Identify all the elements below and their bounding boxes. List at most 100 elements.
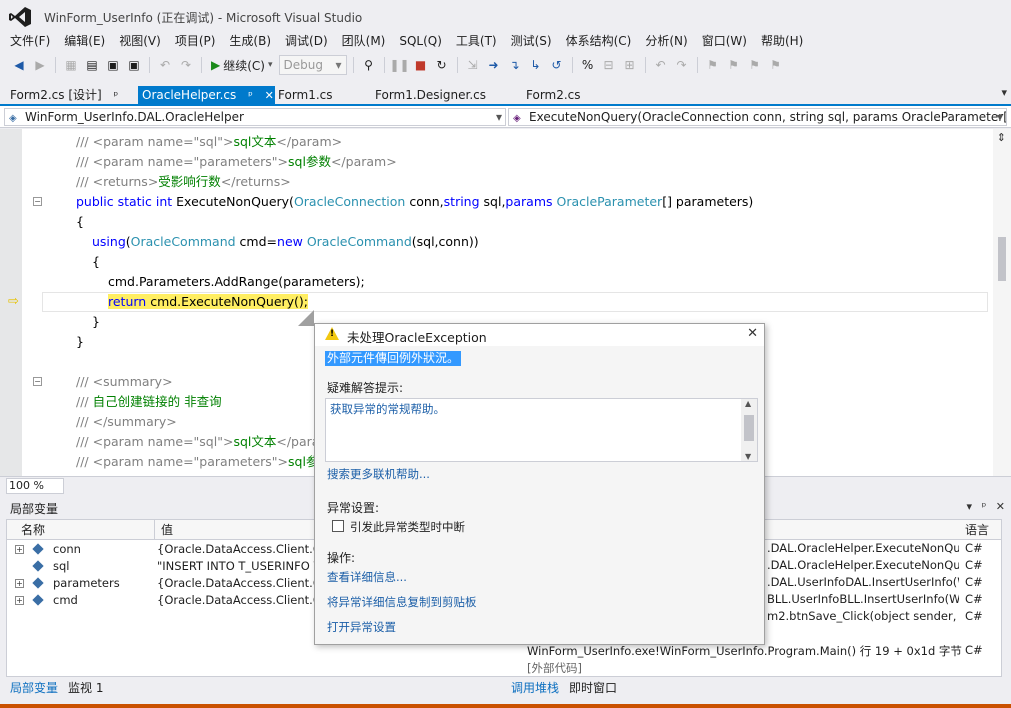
menu-architecture[interactable]: 体系结构(C): [562, 32, 642, 52]
step-into-icon[interactable]: ➜: [485, 56, 503, 74]
close-icon[interactable]: ✕: [996, 500, 1005, 513]
call-stack-external-code[interactable]: [外部代码]: [527, 660, 582, 676]
troubleshooting-tips-list[interactable]: 获取异常的常规帮助。 ▲ ▼: [325, 398, 758, 462]
close-icon[interactable]: ✕: [747, 326, 758, 341]
call-stack-frame[interactable]: .DAL.OracleHelper.ExecuteNonQuery: [767, 558, 959, 572]
tab-form2[interactable]: Form2.cs: [522, 86, 581, 104]
tab-form1[interactable]: Form1.cs: [274, 86, 333, 104]
menu-analyze[interactable]: 分析(N): [641, 32, 697, 52]
tab-watch1[interactable]: 监视 1: [68, 679, 103, 697]
search-online-help-link[interactable]: 搜索更多联机帮助...: [327, 466, 430, 482]
menu-edit[interactable]: 编辑(E): [60, 32, 115, 52]
align-left-icon[interactable]: ⊞: [621, 56, 639, 74]
scroll-up-icon[interactable]: ▲: [745, 399, 751, 408]
collapse-icon[interactable]: −: [33, 197, 42, 206]
break-on-exception-checkbox[interactable]: [332, 520, 344, 532]
code-line[interactable]: {: [42, 212, 753, 232]
stop-icon[interactable]: ■: [412, 56, 430, 74]
solution-configuration-select[interactable]: Debug: [278, 55, 347, 75]
break-on-exception-label[interactable]: 引发此异常类型时中断: [350, 519, 465, 535]
undo-icon[interactable]: ↶: [156, 56, 174, 74]
show-next-statement-icon[interactable]: ⇲: [464, 56, 482, 74]
exception-message[interactable]: 外部元件傳回例外狀況。: [325, 351, 462, 366]
tips-scrollbar[interactable]: ▲ ▼: [741, 399, 757, 461]
menu-view[interactable]: 视图(V): [115, 32, 171, 52]
call-stack-frame[interactable]: .DAL.OracleHelper.ExecuteNonQuery: [767, 541, 959, 555]
copy-details-link[interactable]: 将异常详细信息复制到剪贴板: [327, 594, 477, 610]
column-name[interactable]: 名称: [15, 520, 155, 540]
back-icon[interactable]: ◀: [10, 56, 28, 74]
tab-form1-designer[interactable]: Form1.Designer.cs: [371, 86, 486, 104]
pin-icon[interactable]: ᵖ: [982, 500, 987, 513]
call-stack-frame[interactable]: .DAL.UserInfoDAL.InsertUserInfo(Win: [767, 575, 959, 589]
open-exception-settings-link[interactable]: 打开异常设置: [327, 619, 396, 635]
collapse-icon[interactable]: −: [33, 377, 42, 386]
save-icon[interactable]: ▣: [104, 56, 122, 74]
menu-test[interactable]: 测试(S): [507, 32, 562, 52]
code-line[interactable]: return cmd.ExecuteNonQuery();: [42, 292, 753, 312]
menu-help[interactable]: 帮助(H): [757, 32, 813, 52]
menu-team[interactable]: 团队(M): [338, 32, 396, 52]
tip-link[interactable]: 获取异常的常规帮助。: [330, 401, 445, 417]
code-line[interactable]: cmd.Parameters.AddRange(parameters);: [42, 272, 753, 292]
save-all-icon[interactable]: ▣: [125, 56, 143, 74]
pin-icon[interactable]: ᵖ: [248, 89, 253, 102]
menu-debug[interactable]: 调试(D): [281, 32, 338, 52]
find-icon[interactable]: ⚲: [360, 56, 378, 74]
close-icon[interactable]: ✕: [265, 89, 274, 102]
expand-icon[interactable]: +: [15, 596, 24, 605]
expand-icon[interactable]: +: [15, 545, 24, 554]
zoom-level-select[interactable]: 100 %: [6, 478, 64, 494]
comment-icon[interactable]: ↶: [652, 56, 670, 74]
menu-window[interactable]: 窗口(W): [698, 32, 757, 52]
breakpoint-list-icon[interactable]: ⊟: [600, 56, 618, 74]
split-icon[interactable]: ⇕: [997, 131, 1006, 144]
step-out-icon[interactable]: ↳: [527, 56, 545, 74]
continue-button[interactable]: ▶ 继续(C) ▾: [208, 57, 276, 74]
forward-icon[interactable]: ▶: [31, 56, 49, 74]
type-dropdown[interactable]: ◈ WinForm_UserInfo.DAL.OracleHelper: [4, 108, 506, 126]
code-line[interactable]: /// <param name="parameters">sql参数</para…: [42, 152, 753, 172]
restart-icon[interactable]: ↻: [433, 56, 451, 74]
uncomment-icon[interactable]: ↷: [673, 56, 691, 74]
dropdown-icon[interactable]: ▾: [967, 500, 973, 513]
tab-form2-design[interactable]: Form2.cs [设计] ᵖ: [6, 86, 118, 104]
clear-bookmarks-icon[interactable]: ⚑: [767, 56, 785, 74]
call-stack-frame[interactable]: BLL.UserInfoBLL.InsertUserInfo(WinF: [767, 592, 959, 606]
scrollbar-thumb[interactable]: [744, 415, 754, 441]
pause-icon[interactable]: ❚❚: [389, 56, 409, 74]
call-stack-main-frame[interactable]: WinForm_UserInfo.exe!WinForm_UserInfo.Pr…: [527, 643, 962, 659]
bookmark-icon[interactable]: ⚑: [704, 56, 722, 74]
call-stack-frame[interactable]: m2.btnSave_Click(object sender, Syst: [767, 609, 959, 623]
code-line[interactable]: /// <param name="sql">sql文本</param>: [42, 132, 753, 152]
code-line[interactable]: public static int ExecuteNonQuery(Oracle…: [42, 192, 753, 212]
tab-call-stack[interactable]: 调用堆栈: [511, 679, 559, 697]
hex-display-icon[interactable]: %: [579, 56, 597, 74]
menu-tools[interactable]: 工具(T): [452, 32, 507, 52]
code-line[interactable]: /// <returns>受影响行数</returns>: [42, 172, 753, 192]
menu-file[interactable]: 文件(F): [6, 32, 60, 52]
expand-icon[interactable]: +: [15, 579, 24, 588]
redo-icon[interactable]: ↷: [177, 56, 195, 74]
editor-vertical-scrollbar[interactable]: ⇕: [993, 129, 1011, 476]
next-bookmark-icon[interactable]: ⚑: [746, 56, 764, 74]
tab-overflow-chevron-icon[interactable]: ▾: [1001, 86, 1007, 99]
scroll-down-icon[interactable]: ▼: [745, 452, 751, 461]
member-dropdown[interactable]: ◈ ExecuteNonQuery(OracleConnection conn,…: [508, 108, 1007, 126]
tab-immediate-window[interactable]: 即时窗口: [569, 679, 617, 697]
open-file-icon[interactable]: ▤: [83, 56, 101, 74]
prev-bookmark-icon[interactable]: ⚑: [725, 56, 743, 74]
pin-icon[interactable]: ᵖ: [114, 89, 119, 102]
scrollbar-thumb[interactable]: [998, 237, 1006, 281]
step-back-icon[interactable]: ↺: [548, 56, 566, 74]
menu-sql[interactable]: SQL(Q): [395, 32, 452, 52]
code-line[interactable]: using(OracleCommand cmd=new OracleComman…: [42, 232, 753, 252]
new-project-icon[interactable]: ▦: [62, 56, 80, 74]
menu-build[interactable]: 生成(B): [225, 32, 281, 52]
tab-oraclehelper[interactable]: OracleHelper.cs ᵖ ✕: [138, 86, 275, 104]
code-line[interactable]: {: [42, 252, 753, 272]
step-over-icon[interactable]: ↴: [506, 56, 524, 74]
menu-project[interactable]: 项目(P): [171, 32, 226, 52]
column-language[interactable]: 语言: [959, 520, 1001, 540]
view-details-link[interactable]: 查看详细信息...: [327, 569, 407, 585]
